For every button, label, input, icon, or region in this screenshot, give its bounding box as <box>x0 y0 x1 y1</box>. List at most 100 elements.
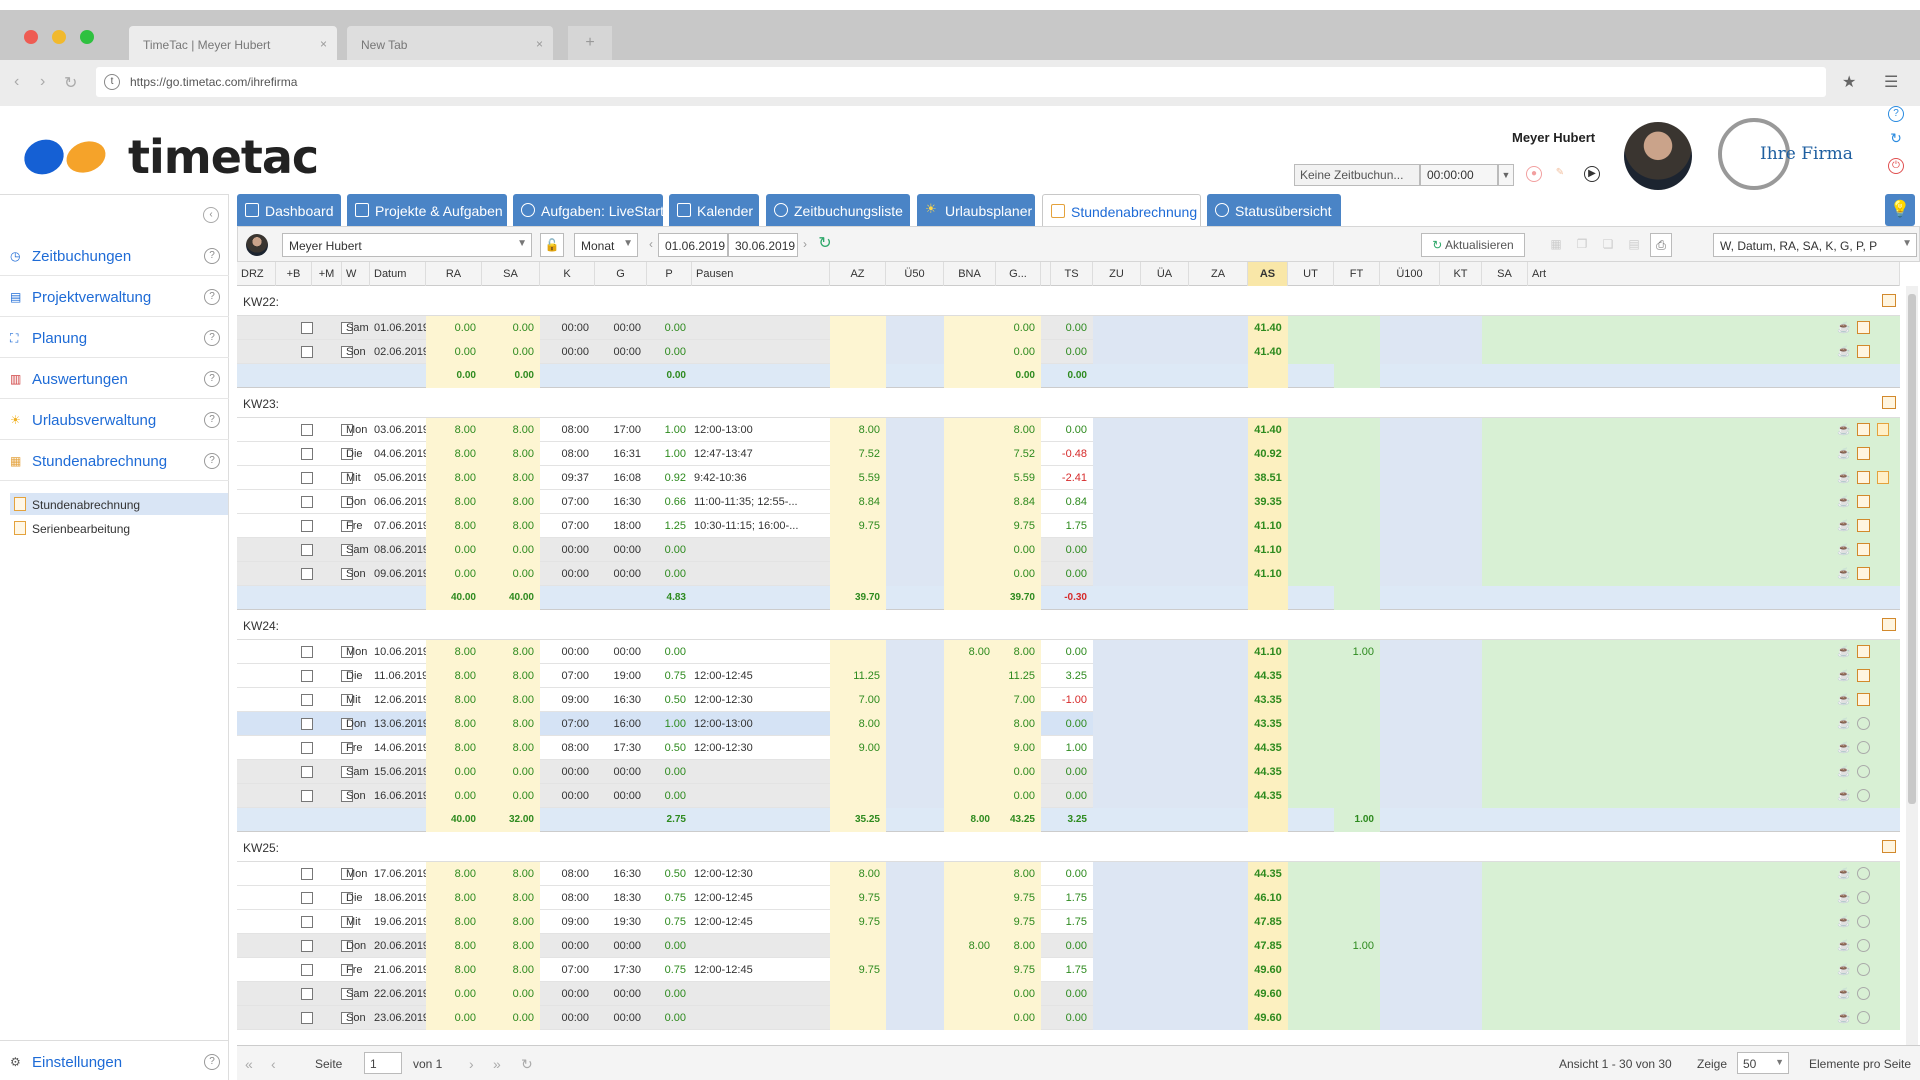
help-icon[interactable]: ? <box>204 412 220 428</box>
column-header-9[interactable]: G <box>595 262 647 286</box>
prev-period-icon[interactable]: ‹ <box>644 233 658 257</box>
tab-zeitbuchungsliste[interactable]: Zeitbuchungsliste <box>766 194 910 226</box>
page-input[interactable]: 1 <box>364 1052 402 1074</box>
tab-projekte[interactable]: Projekte & Aufgaben <box>347 194 507 226</box>
subitem-serienbearbeitung[interactable]: Serienbearbeitung <box>10 517 228 539</box>
b-checkbox[interactable] <box>301 766 313 778</box>
sidebar-item-planung[interactable]: ⛶ Planung ? <box>0 317 229 358</box>
table-row[interactable]: Mit 19.06.2019 8.00 8.00 09:00 19:30 0.75 12:00… <box>237 910 1900 934</box>
edit-pen-icon[interactable]: ✎ <box>1552 166 1568 182</box>
note-icon[interactable] <box>1877 423 1889 436</box>
break-cup-icon[interactable]: ☕ <box>1837 471 1851 485</box>
table-row[interactable]: Fre 07.06.2019 8.00 8.00 07:00 18:00 1.25 10:30… <box>237 514 1900 538</box>
table-row[interactable]: Mon 17.06.2019 8.00 8.00 08:00 16:30 0.50 12:00… <box>237 862 1900 886</box>
help-icon[interactable]: ? <box>204 453 220 469</box>
table-row[interactable]: Don 20.06.2019 8.00 8.00 00:00 00:00 0.00 8.00 8… <box>237 934 1900 958</box>
table-row[interactable]: Sam 22.06.2019 0.00 0.00 00:00 00:00 0.00 0.00 0… <box>237 982 1900 1006</box>
table-row[interactable]: Sam 01.06.2019 0.00 0.00 00:00 00:00 0.00 0.00 0… <box>237 316 1900 340</box>
close-tab-icon[interactable]: × <box>320 37 327 51</box>
break-cup-icon[interactable]: ☕ <box>1837 987 1851 1001</box>
refresh-icon[interactable]: ↻ <box>814 233 836 257</box>
edit-request-icon[interactable] <box>1857 543 1870 556</box>
break-cup-icon[interactable]: ☕ <box>1837 645 1851 659</box>
maximize-window-icon[interactable] <box>80 30 94 44</box>
lightbulb-icon[interactable]: 💡 <box>1885 194 1915 226</box>
status-ring-icon[interactable] <box>1857 915 1870 928</box>
close-window-icon[interactable] <box>24 30 38 44</box>
table-row[interactable]: Son 16.06.2019 0.00 0.00 00:00 00:00 0.00 0.00 0… <box>237 784 1900 808</box>
edit-request-icon[interactable] <box>1857 693 1870 706</box>
break-cup-icon[interactable]: ☕ <box>1837 765 1851 779</box>
minimize-window-icon[interactable] <box>52 30 66 44</box>
table-row[interactable]: Mon 03.06.2019 8.00 8.00 08:00 17:00 1.00 12:00… <box>237 418 1900 442</box>
break-cup-icon[interactable]: ☕ <box>1837 789 1851 803</box>
edit-request-icon[interactable] <box>1857 567 1870 580</box>
week-export-icon[interactable] <box>1882 618 1896 631</box>
table-row[interactable]: Die 11.06.2019 8.00 8.00 07:00 19:00 0.75 12:00… <box>237 664 1900 688</box>
column-header-24[interactable]: KT <box>1440 262 1482 286</box>
sidebar-item-einstellungen[interactable]: ⚙ Einstellungen ? <box>0 1040 229 1080</box>
last-page-icon[interactable]: » <box>493 1056 501 1072</box>
b-checkbox[interactable] <box>301 790 313 802</box>
break-cup-icon[interactable]: ☕ <box>1837 915 1851 929</box>
status-ring-icon[interactable] <box>1857 987 1870 1000</box>
b-checkbox[interactable] <box>301 544 313 556</box>
b-checkbox[interactable] <box>301 694 313 706</box>
edit-request-icon[interactable] <box>1857 519 1870 532</box>
bookmark-star-icon[interactable]: ★ <box>1842 72 1856 92</box>
week-export-icon[interactable] <box>1882 396 1896 409</box>
column-header-18[interactable]: ÜA <box>1141 262 1189 286</box>
column-header-25[interactable]: SA <box>1482 262 1528 286</box>
note-icon[interactable] <box>1877 471 1889 484</box>
browser-tab-new[interactable]: New Tab × <box>347 26 553 60</box>
b-checkbox[interactable] <box>301 868 313 880</box>
site-info-icon[interactable]: t <box>104 74 120 90</box>
page-size-select[interactable]: 50 ▼ <box>1737 1052 1789 1074</box>
break-cup-icon[interactable]: ☕ <box>1837 669 1851 683</box>
help-icon[interactable]: ? <box>204 289 220 305</box>
table-row[interactable]: Don 13.06.2019 8.00 8.00 07:00 16:00 1.00 12:00… <box>237 712 1900 736</box>
column-header-1[interactable]: DRZ <box>237 262 276 286</box>
week-export-icon[interactable] <box>1882 840 1896 853</box>
document-icon[interactable]: ❏ <box>1598 233 1618 257</box>
column-header-10[interactable]: P <box>647 262 692 286</box>
tab-statusuebersicht[interactable]: Statusübersicht <box>1207 194 1341 226</box>
break-cup-icon[interactable]: ☕ <box>1837 741 1851 755</box>
break-cup-icon[interactable]: ☕ <box>1837 519 1851 533</box>
status-ring-icon[interactable] <box>1857 741 1870 754</box>
table-row[interactable]: Son 02.06.2019 0.00 0.00 00:00 00:00 0.00 0.00 0… <box>237 340 1900 364</box>
b-checkbox[interactable] <box>301 1012 313 1024</box>
unlock-icon[interactable]: 🔓 <box>540 233 564 257</box>
b-checkbox[interactable] <box>301 670 313 682</box>
columns-select[interactable]: W, Datum, RA, SA, K, G, P, P ▼ <box>1713 233 1917 257</box>
edit-request-icon[interactable] <box>1857 423 1870 436</box>
b-checkbox[interactable] <box>301 346 313 358</box>
break-cup-icon[interactable]: ☕ <box>1837 423 1851 437</box>
tab-dashboard[interactable]: Dashboard <box>237 194 341 226</box>
b-checkbox[interactable] <box>301 472 313 484</box>
edit-request-icon[interactable] <box>1857 669 1870 682</box>
edit-request-icon[interactable] <box>1857 495 1870 508</box>
next-period-icon[interactable]: › <box>798 233 812 257</box>
edit-request-icon[interactable] <box>1857 321 1870 334</box>
break-cup-icon[interactable]: ☕ <box>1837 867 1851 881</box>
break-cup-icon[interactable]: ☕ <box>1837 939 1851 953</box>
b-checkbox[interactable] <box>301 940 313 952</box>
table-row[interactable]: Sam 08.06.2019 0.00 0.00 00:00 00:00 0.00 0.00 0… <box>237 538 1900 562</box>
date-from-input[interactable]: 01.06.2019 <box>658 233 728 257</box>
break-cup-icon[interactable]: ☕ <box>1837 693 1851 707</box>
new-tab-button[interactable]: + <box>568 26 612 60</box>
tab-stundenabrechnung[interactable]: Stundenabrechnung <box>1042 194 1201 226</box>
edit-request-icon[interactable] <box>1857 447 1870 460</box>
table-row[interactable]: Die 18.06.2019 8.00 8.00 08:00 18:30 0.75 12:00… <box>237 886 1900 910</box>
help-icon[interactable]: ? <box>204 371 220 387</box>
table-row[interactable]: Mit 12.06.2019 8.00 8.00 09:00 16:30 0.50 12:00… <box>237 688 1900 712</box>
table-row[interactable]: Sam 15.06.2019 0.00 0.00 00:00 00:00 0.00 0.00 0… <box>237 760 1900 784</box>
excel-export-icon[interactable]: ▦ <box>1546 233 1566 257</box>
break-cup-icon[interactable]: ☕ <box>1837 717 1851 731</box>
column-header-14[interactable]: BNA <box>944 262 996 286</box>
b-checkbox[interactable] <box>301 718 313 730</box>
b-checkbox[interactable] <box>301 916 313 928</box>
url-input[interactable]: t https://go.timetac.com/ihrefirma <box>96 67 1826 97</box>
column-header-20[interactable]: AS <box>1248 262 1288 286</box>
